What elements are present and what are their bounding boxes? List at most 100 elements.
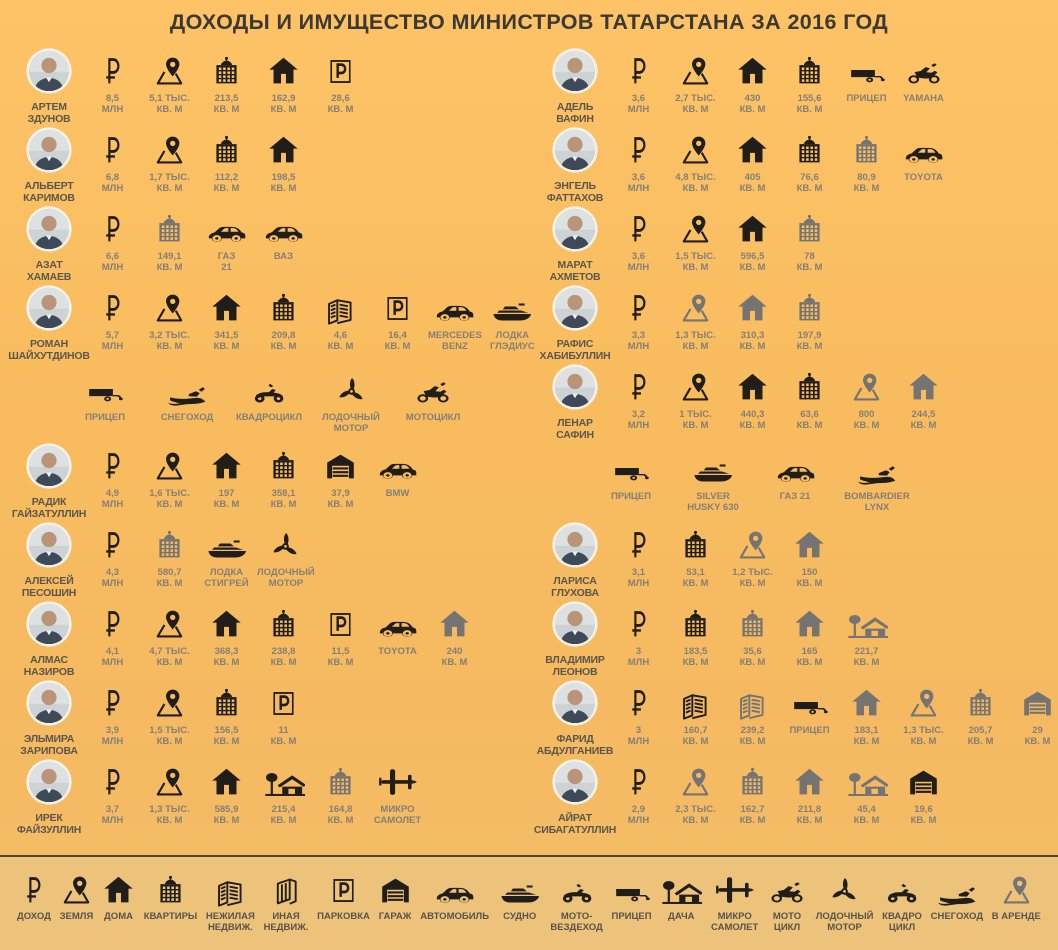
houses-icon	[850, 682, 883, 720]
motorcycle-icon	[413, 369, 453, 407]
legend-label: ЗЕМЛЯ	[60, 911, 94, 922]
asset-item: 160,7 КВ. М	[667, 682, 724, 748]
asset-value: 155,6 КВ. М	[797, 93, 823, 116]
asset-item: 3,2 МЛН	[610, 366, 667, 432]
legend-item: ИНАЯ НЕДВИЖ.	[263, 869, 310, 934]
legend-label: ИНАЯ НЕДВИЖ.	[264, 911, 309, 934]
avatar	[552, 601, 598, 647]
asset-value: 1,7 ТЫС. КВ. М	[149, 172, 189, 195]
minister-entry: ИРЕК ФАЙЗУЛЛИН3,7 МЛН1,3 ТЫС. КВ. М585,9…	[14, 759, 530, 838]
asset-value: 2,3 ТЫС. КВ. М	[675, 804, 715, 827]
land-icon	[60, 869, 93, 907]
asset-item: 150 КВ. М	[781, 524, 838, 590]
houses-icon	[736, 287, 769, 325]
apartments-icon	[793, 287, 826, 325]
asset-value: КВАДРОЦИКЛ	[236, 412, 302, 423]
asset-value: 405 КВ. М	[740, 172, 766, 195]
asset-item: 53,1 КВ. М	[667, 524, 724, 590]
asset-value: BMW	[386, 488, 410, 499]
legend-label: ДАЧА	[668, 911, 694, 922]
asset-row: 3,6 МЛН1,5 ТЫС. КВ. М596,5 КВ. М78 КВ. М	[610, 208, 838, 274]
asset-value: ВАЗ	[274, 251, 293, 262]
car-icon	[434, 869, 475, 907]
asset-item: 3,6 МЛН	[610, 129, 667, 195]
income-icon	[626, 129, 651, 167]
asset-value: 80,9 КВ. М	[854, 172, 880, 195]
apartments-icon	[154, 869, 187, 907]
asset-value: 3,7 МЛН	[102, 804, 123, 827]
minister-identity: ИРЕК ФАЙЗУЛЛИН	[14, 759, 84, 837]
boat-icon	[498, 869, 542, 907]
apartments-icon	[736, 761, 769, 799]
asset-item: ВАЗ	[255, 208, 312, 262]
asset-value: BOMBARDIER LYNX	[844, 491, 909, 514]
asset-item: 440,3 КВ. М	[724, 366, 781, 432]
asset-value: ЛОДОЧНЫЙ МОТОР	[322, 412, 380, 435]
minister-entry: АЛЕКСЕЙ ПЕСОШИН4,3 МЛН580,7 КВ. МЛОДКА С…	[14, 522, 530, 601]
asset-item: МОТОЦИКЛ	[392, 369, 474, 423]
asset-item: 4,1 МЛН	[84, 603, 141, 669]
minister-entry: ЭНГЕЛЬ ФАТТАХОВ3,6 МЛН4,8 ТЫС. КВ. М405 …	[540, 127, 1056, 206]
car-icon	[206, 208, 247, 246]
asset-item: 238,8 КВ. М	[255, 603, 312, 669]
asset-value: 1,3 ТЫС. КВ. М	[675, 330, 715, 353]
asset-value: 11 КВ. М	[271, 725, 297, 748]
legend-label: ГАРАЖ	[379, 911, 412, 922]
asset-row: 5,7 МЛН3,2 ТЫС. КВ. М341,5 КВ. М209,8 КВ…	[84, 287, 541, 353]
minister-entry: ЭЛЬМИРА ЗАРИПОВА3,9 МЛН1,5 ТЫС. КВ. М156…	[14, 680, 530, 759]
asset-value: 6,8 МЛН	[102, 172, 123, 195]
asset-value: СНЕГОХОД	[161, 412, 213, 423]
motorcycle-icon	[904, 50, 944, 88]
houses-icon	[210, 287, 243, 325]
asset-item: MERCEDES BENZ	[426, 287, 484, 353]
avatar	[552, 48, 598, 94]
asset-item: ПРИЦЕП	[838, 50, 895, 104]
income-icon	[626, 603, 651, 641]
boat-icon	[490, 287, 534, 325]
asset-item: 183,5 КВ. М	[667, 603, 724, 669]
asset-item: BMW	[369, 445, 426, 499]
houses-icon	[736, 129, 769, 167]
boatmotor-icon	[335, 369, 368, 407]
asset-value: 3,3 МЛН	[628, 330, 649, 353]
asset-value: ПРИЦЕП	[789, 725, 829, 736]
avatar	[26, 443, 72, 489]
asset-value: 244,5 КВ. М	[911, 409, 937, 432]
asset-item: 341,5 КВ. М	[198, 287, 255, 353]
income-icon	[626, 50, 651, 88]
car-icon	[377, 603, 418, 641]
asset-value: 156,5 КВ. М	[214, 725, 240, 748]
asset-value: 585,9 КВ. М	[214, 804, 240, 827]
asset-value: 149,1 КВ. М	[157, 251, 183, 274]
asset-row: 3 МЛН160,7 КВ. М239,2 КВ. МПРИЦЕП183,1 К…	[610, 682, 1058, 748]
minister-identity: РАДИК ГАЙЗАТУЛЛИН	[14, 443, 84, 521]
asset-row: 2,9 МЛН2,3 ТЫС. КВ. М162,7 КВ. М211,8 КВ…	[610, 761, 952, 827]
land-icon	[153, 287, 186, 325]
plane-icon	[378, 761, 418, 799]
minister-identity: АЛМАС НАЗИРОВ	[14, 601, 84, 679]
apartments-icon	[210, 682, 243, 720]
houses-icon	[438, 603, 471, 641]
asset-item: 164,8 КВ. М	[312, 761, 369, 827]
asset-value: 76,6 КВ. М	[797, 172, 823, 195]
legend-item: В АРЕНДЕ	[991, 869, 1042, 922]
asset-value: 596,5 КВ. М	[740, 251, 766, 274]
houses-icon	[210, 445, 243, 483]
asset-row: 4,1 МЛН4,7 ТЫС. КВ. М368,3 КВ. М238,8 КВ…	[84, 603, 483, 669]
avatar	[26, 759, 72, 805]
asset-item: 1,5 ТЫС. КВ. М	[141, 682, 198, 748]
nonresidential-icon	[214, 869, 247, 907]
asset-value: 1 ТЫС. КВ. М	[679, 409, 712, 432]
houses-icon	[102, 869, 135, 907]
income-icon	[626, 524, 651, 562]
asset-item: YAMAHA	[895, 50, 952, 104]
asset-value: 4,1 МЛН	[102, 646, 123, 669]
asset-value: 240 КВ. М	[442, 646, 468, 669]
otherproperty-icon	[270, 869, 303, 907]
asset-item: 800 КВ. М	[838, 366, 895, 432]
minister-entry: МАРАТ АХМЕТОВ3,6 МЛН1,5 ТЫС. КВ. М596,5 …	[540, 206, 1056, 285]
income-icon	[100, 524, 125, 562]
houses-icon	[736, 208, 769, 246]
asset-item: 19,6 КВ. М	[895, 761, 952, 827]
income-icon	[21, 869, 46, 907]
